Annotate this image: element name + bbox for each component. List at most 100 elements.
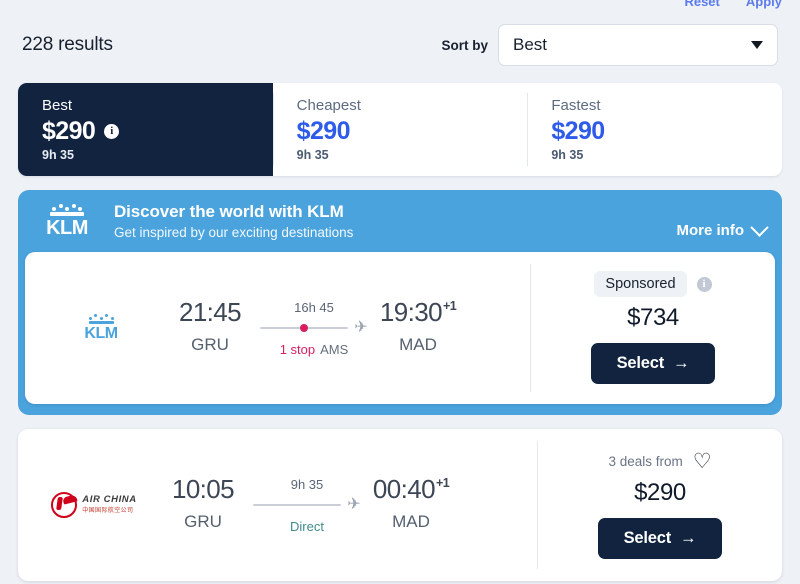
itinerary-air-china: 10:05 GRU 9h 35 ✈ Direct 00:40 +1 MAD (154, 475, 530, 534)
plane-icon: ✈ (354, 319, 368, 336)
sort-by-label: Sort by (441, 37, 488, 53)
tab-best-price: $290 (42, 116, 96, 145)
tab-best-duration: 9h 35 (42, 147, 74, 162)
sponsored-promo-block: KLM Discover the world with KLM Get insp… (18, 189, 782, 415)
flight-card-air-china[interactable]: AIR CHINA 中国国际航空公司 10:05 GRU 9h 35 ✈ Dir… (18, 428, 782, 581)
klm-logo-icon: KLM (84, 313, 118, 342)
price-panel-klm: Sponsored i $734 Select → (531, 252, 775, 404)
sort-control: Sort by Best (441, 24, 778, 66)
sort-selected-value: Best (513, 35, 548, 54)
flight-price: $290 (634, 478, 686, 506)
klm-wordmark: KLM (84, 324, 118, 342)
more-info-button[interactable]: More info (676, 217, 769, 240)
deals-row-air-china: 3 deals from ♡ (552, 451, 768, 472)
results-count: 228 results (22, 34, 113, 55)
route-line-row: ✈ (260, 319, 368, 336)
departure-air-china: 10:05 GRU (160, 475, 246, 532)
info-icon[interactable]: i (104, 123, 120, 139)
departure-airport-code: GRU (184, 511, 222, 531)
klm-logo-icon: KLM (36, 203, 98, 238)
stops-count: 1 stop (279, 342, 316, 357)
departure-time: 21:45 (178, 297, 242, 327)
tab-best[interactable]: Best $290 i 9h 35 (18, 83, 273, 176)
tab-best-label: Best (42, 97, 73, 114)
air-china-phoenix-icon (51, 491, 78, 518)
flight-results-page: Reset Apply 228 results Sort by Best Bes… (0, 0, 800, 584)
departure-time: 10:05 (171, 474, 235, 504)
tab-cheapest-price: $290 (296, 116, 351, 145)
info-icon[interactable]: i (696, 276, 712, 292)
flight-card-klm[interactable]: KLM 21:45 GRU 16h 45 ✈ 1 stop AMS 19:30 … (25, 251, 775, 404)
chevron-down-icon (750, 217, 769, 237)
tab-fastest-duration: 9h 35 (551, 147, 584, 162)
status-badge: Sponsored (594, 271, 687, 297)
stops-info: 1 stop AMS (280, 342, 349, 357)
tab-cheapest[interactable]: Cheapest $290 9h 35 (272, 83, 528, 176)
arrival-airport-code: MAD (399, 334, 437, 354)
chevron-down-icon (751, 41, 763, 49)
promo-title: Discover the world with KLM (114, 201, 344, 221)
route-line-row: ✈ (253, 496, 361, 513)
tab-cheapest-duration: 9h 35 (296, 147, 329, 162)
arrival-time: 00:40 (372, 474, 436, 504)
promo-header[interactable]: KLM Discover the world with KLM Get insp… (18, 190, 782, 252)
sort-tabs: Best $290 i 9h 35 Cheapest $290 9h 35 Fa… (18, 83, 782, 176)
stops-info: Direct (290, 519, 324, 534)
tab-cheapest-price-row: $290 (297, 117, 528, 146)
route-summary-klm: 16h 45 ✈ 1 stop AMS (253, 300, 375, 357)
apply-link[interactable]: Apply (746, 0, 782, 9)
promo-text: Discover the world with KLM Get inspired… (98, 202, 677, 240)
klm-crown-bar (88, 320, 114, 324)
arrival-air-china: 00:40 +1 MAD (368, 475, 454, 532)
arrival-klm: 19:30 +1 MAD (375, 298, 461, 355)
arrival-time-wrap: 19:30 +1 (379, 297, 457, 327)
air-china-logo-icon: AIR CHINA 中国国际航空公司 (51, 491, 136, 518)
plane-icon: ✈ (347, 496, 361, 513)
promo-subtitle: Get inspired by our exciting destination… (114, 224, 354, 240)
air-china-name-en: AIR CHINA (82, 494, 137, 506)
flight-price: $734 (627, 304, 679, 331)
select-button[interactable]: Select → (590, 343, 716, 384)
tab-fastest[interactable]: Fastest $290 9h 35 (527, 83, 782, 176)
flight-details-air-china: AIR CHINA 中国国际航空公司 10:05 GRU 9h 35 ✈ Dir… (18, 429, 538, 581)
stop-dot-icon (300, 324, 309, 332)
stops-via-airport: AMS (320, 342, 349, 357)
arrival-day-offset: +1 (443, 299, 457, 313)
tab-fastest-label: Fastest (551, 97, 601, 114)
route-line (253, 504, 342, 506)
select-button-label: Select (616, 354, 665, 372)
top-cut-links: Reset Apply (684, 0, 782, 9)
departure-klm: 21:45 GRU (167, 298, 253, 355)
tab-best-price-row: $290 i (42, 117, 273, 146)
arrow-right-icon: → (673, 354, 690, 372)
deals-count-label: 3 deals from (608, 453, 683, 469)
klm-crown-bar (50, 211, 84, 216)
price-panel-air-china: 3 deals from ♡ $290 Select → (538, 429, 782, 581)
select-button[interactable]: Select → (597, 517, 723, 559)
arrow-right-icon: → (680, 528, 697, 547)
itinerary-klm: 21:45 GRU 16h 45 ✈ 1 stop AMS 19:30 +1 M… (161, 298, 523, 357)
tab-fastest-price-row: $290 (551, 117, 782, 146)
sort-select[interactable]: Best (498, 24, 778, 66)
favorite-heart-icon[interactable]: ♡ (693, 451, 712, 472)
airline-logo-klm: KLM (41, 313, 161, 342)
route-summary-air-china: 9h 35 ✈ Direct (246, 477, 368, 534)
badge-row-klm: Sponsored i (545, 271, 761, 297)
klm-crown-icon (52, 203, 82, 211)
route-line (260, 324, 349, 332)
select-button-label: Select (623, 528, 672, 547)
reset-link[interactable]: Reset (684, 0, 719, 9)
tab-fastest-price: $290 (551, 116, 605, 145)
arrival-time-wrap: 00:40 +1 (372, 474, 450, 504)
flight-duration: 9h 35 (290, 477, 324, 492)
arrival-airport-code: MAD (392, 511, 430, 531)
results-toolbar: 228 results Sort by Best (0, 0, 800, 66)
air-china-wordmark: AIR CHINA 中国国际航空公司 (82, 495, 136, 514)
tab-cheapest-label: Cheapest (296, 97, 361, 114)
arrival-time: 19:30 (379, 297, 443, 327)
direct-label: Direct (290, 519, 324, 534)
arrival-day-offset: +1 (436, 476, 450, 490)
flight-details-klm: KLM 21:45 GRU 16h 45 ✈ 1 stop AMS 19:30 … (25, 252, 531, 404)
klm-crown-icon (88, 313, 114, 320)
more-info-label: More info (676, 221, 745, 239)
